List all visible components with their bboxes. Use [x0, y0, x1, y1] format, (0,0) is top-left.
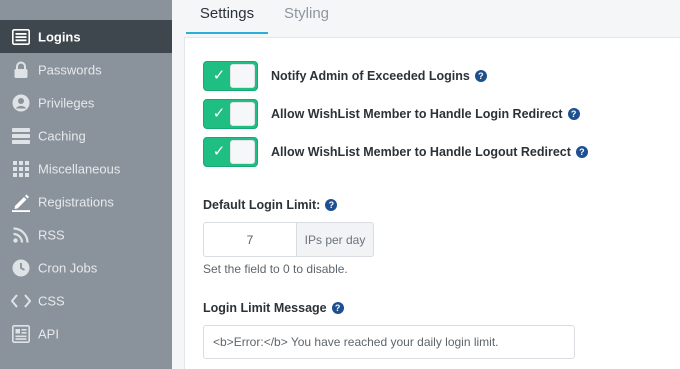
login-limit-label: Default Login Limit: ? [203, 198, 338, 212]
list-icon [11, 27, 31, 47]
sidebar-item-registrations[interactable]: Registrations [0, 185, 172, 218]
user-circle-icon [11, 93, 31, 113]
help-icon[interactable]: ? [575, 146, 588, 158]
tab-styling[interactable]: Styling [284, 0, 329, 34]
sidebar-item-css[interactable]: CSS [0, 284, 172, 317]
sidebar-item-cron-jobs[interactable]: Cron Jobs [0, 251, 172, 284]
toggle-label: Allow WishList Member to Handle Logout R… [271, 145, 588, 159]
toggle-knob[interactable] [230, 140, 255, 164]
login-limit-unit: IPs per day [296, 222, 374, 257]
toggle-label: Allow WishList Member to Handle Login Re… [271, 107, 580, 121]
login-redirect-toggle[interactable]: ✓ [203, 99, 258, 129]
notify-admin-label: Notify Admin of Exceeded Logins [271, 69, 470, 83]
limit-message-input[interactable]: <b>Error:</b> You have reached your dail… [203, 325, 575, 359]
sidebar-item-rss[interactable]: RSS [0, 218, 172, 251]
toggle-label: Notify Admin of Exceeded Logins ? [271, 69, 487, 83]
toggle-knob[interactable] [230, 102, 255, 126]
sidebar-item-label: Logins [38, 29, 81, 44]
toggle-row-login-redirect: ✓ Allow WishList Member to Handle Login … [203, 99, 580, 129]
sidebar-item-label: API [38, 326, 59, 341]
sidebar: Logins Passwords Privileges Caching Misc… [0, 0, 172, 369]
server-icon [11, 126, 31, 146]
notify-admin-toggle[interactable]: ✓ [203, 61, 258, 91]
check-icon: ✓ [212, 105, 226, 122]
login-limit-input[interactable]: 7 [203, 222, 296, 257]
check-icon: ✓ [212, 143, 226, 160]
code-icon [11, 291, 31, 311]
tab-bar: Settings Styling [172, 0, 680, 34]
toggle-row-notify-admin: ✓ Notify Admin of Exceeded Logins ? [203, 61, 487, 91]
help-icon[interactable]: ? [474, 70, 487, 82]
sidebar-item-label: Privileges [38, 95, 95, 110]
main-content: Settings Styling ✓ Notify Admin of Excee… [172, 0, 680, 369]
login-limit-hint: Set the field to 0 to disable. [203, 262, 348, 276]
login-limit-group: 7 IPs per day [203, 222, 374, 257]
sidebar-item-passwords[interactable]: Passwords [0, 53, 172, 86]
rss-icon [11, 225, 31, 245]
api-icon [11, 324, 31, 344]
sidebar-item-privileges[interactable]: Privileges [0, 86, 172, 119]
tab-settings[interactable]: Settings [186, 0, 268, 34]
active-tab-indicator [186, 32, 268, 34]
toggle-row-logout-redirect: ✓ Allow WishList Member to Handle Logout… [203, 137, 588, 167]
check-icon: ✓ [212, 67, 226, 84]
limit-message-label-text: Login Limit Message [203, 301, 327, 315]
sidebar-item-label: CSS [38, 293, 65, 308]
help-icon[interactable]: ? [325, 199, 338, 211]
clock-icon [11, 258, 31, 278]
sidebar-item-label: Caching [38, 128, 86, 143]
help-icon[interactable]: ? [331, 302, 344, 314]
sidebar-item-label: Passwords [38, 62, 102, 77]
logout-redirect-toggle[interactable]: ✓ [203, 137, 258, 167]
sidebar-item-label: Cron Jobs [38, 260, 98, 275]
logout-redirect-label: Allow WishList Member to Handle Logout R… [271, 145, 571, 159]
limit-message-label: Login Limit Message ? [203, 301, 344, 315]
login-redirect-label: Allow WishList Member to Handle Login Re… [271, 107, 563, 121]
login-limit-label-text: Default Login Limit: [203, 198, 321, 212]
settings-panel: ✓ Notify Admin of Exceeded Logins ? ✓ Al… [184, 37, 680, 369]
sidebar-item-label: Miscellaneous [38, 161, 121, 176]
help-icon[interactable]: ? [567, 108, 580, 120]
sidebar-item-label: RSS [38, 227, 65, 242]
grid-icon [11, 159, 31, 179]
lock-icon [11, 60, 31, 80]
sidebar-top [0, 0, 172, 20]
toggle-knob[interactable] [230, 64, 255, 88]
pencil-icon [11, 192, 31, 212]
sidebar-item-label: Registrations [38, 194, 114, 209]
sidebar-item-caching[interactable]: Caching [0, 119, 172, 152]
sidebar-item-api[interactable]: API [0, 317, 172, 350]
sidebar-item-logins[interactable]: Logins [0, 20, 172, 53]
sidebar-item-miscellaneous[interactable]: Miscellaneous [0, 152, 172, 185]
